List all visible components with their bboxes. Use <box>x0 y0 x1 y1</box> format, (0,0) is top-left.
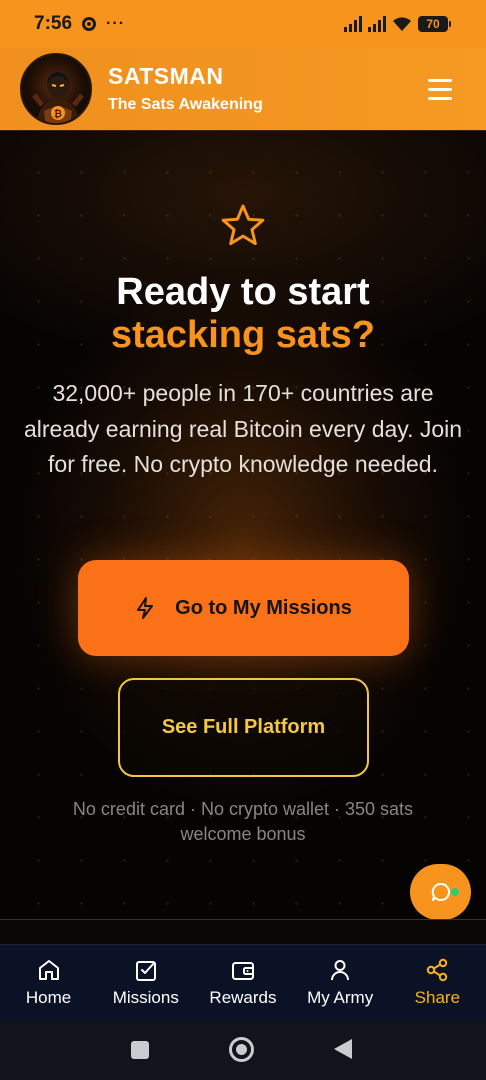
svg-text:₿: ₿ <box>54 108 62 120</box>
nav-label-share: Share <box>414 988 461 1007</box>
nav-label-home: Home <box>25 988 72 1007</box>
app-header: ₿ SATSMAN The Sats Awakening <box>0 48 486 131</box>
bottom-navigation: Home Missions Rewards My Army Share <box>0 944 486 1020</box>
hero-section: Ready to start stacking sats? 32,000+ pe… <box>0 131 486 920</box>
chat-bubble-icon <box>431 882 450 901</box>
nav-item-share[interactable]: Share <box>389 957 486 1008</box>
hero-description: 32,000+ people in 170+ countries are alr… <box>23 380 463 477</box>
chrome-icon <box>82 17 97 31</box>
online-status-dot <box>451 888 459 896</box>
hamburger-menu-icon[interactable] <box>428 78 452 100</box>
status-time: 7:56 <box>34 13 73 34</box>
headline-line-2: stacking sats? <box>111 314 375 356</box>
app-title: SATSMAN <box>108 63 224 90</box>
user-icon <box>331 960 350 981</box>
star-icon <box>221 204 265 246</box>
nav-item-home[interactable]: Home <box>0 957 97 1008</box>
home-icon <box>38 960 59 980</box>
system-navigation-bar <box>0 1020 486 1080</box>
app-subtitle: The Sats Awakening <box>108 95 263 113</box>
signal-icon <box>344 16 362 32</box>
share-icon <box>427 958 448 982</box>
chat-button[interactable] <box>410 864 471 920</box>
see-full-platform-label: See Full Platform <box>161 716 326 738</box>
checkbox-icon <box>135 961 156 981</box>
divider <box>0 919 486 920</box>
nav-item-rewards[interactable]: Rewards <box>194 957 291 1008</box>
headline-line-1: Ready to start <box>116 271 370 313</box>
superhero-avatar-icon: ₿ <box>32 72 84 123</box>
status-bar: 7:56 ··· 70 <box>0 0 486 48</box>
wallet-icon <box>231 962 254 980</box>
back-icon[interactable] <box>334 1039 352 1059</box>
signal-icon-2 <box>368 16 386 32</box>
nav-label-missions: Missions <box>112 988 179 1007</box>
see-full-platform-button[interactable]: See Full Platform <box>118 678 369 777</box>
fineprint-text: No credit card · No crypto wallet · 350 … <box>72 799 414 844</box>
wifi-icon <box>393 17 411 31</box>
nav-label-my-army: My Army <box>307 988 374 1007</box>
app-screen: 7:56 ··· 70 ₿ SATSMAN The Sats Awakening… <box>0 0 486 1080</box>
nav-item-my-army[interactable]: My Army <box>292 957 389 1008</box>
hero-headline: Ready to start stacking sats? <box>0 271 486 357</box>
go-to-missions-label: Go to My Missions <box>175 596 352 619</box>
battery-level: 70 <box>426 17 440 31</box>
home-button-icon[interactable] <box>229 1037 254 1062</box>
nav-label-rewards: Rewards <box>209 988 277 1007</box>
lightning-icon <box>137 597 154 619</box>
battery-icon: 70 <box>418 16 451 32</box>
more-notifications-icon: ··· <box>106 15 126 32</box>
avatar[interactable]: ₿ <box>20 53 92 125</box>
go-to-missions-button[interactable]: Go to My Missions <box>78 560 409 656</box>
nav-item-missions[interactable]: Missions <box>97 957 194 1008</box>
recent-apps-icon[interactable] <box>131 1041 149 1059</box>
